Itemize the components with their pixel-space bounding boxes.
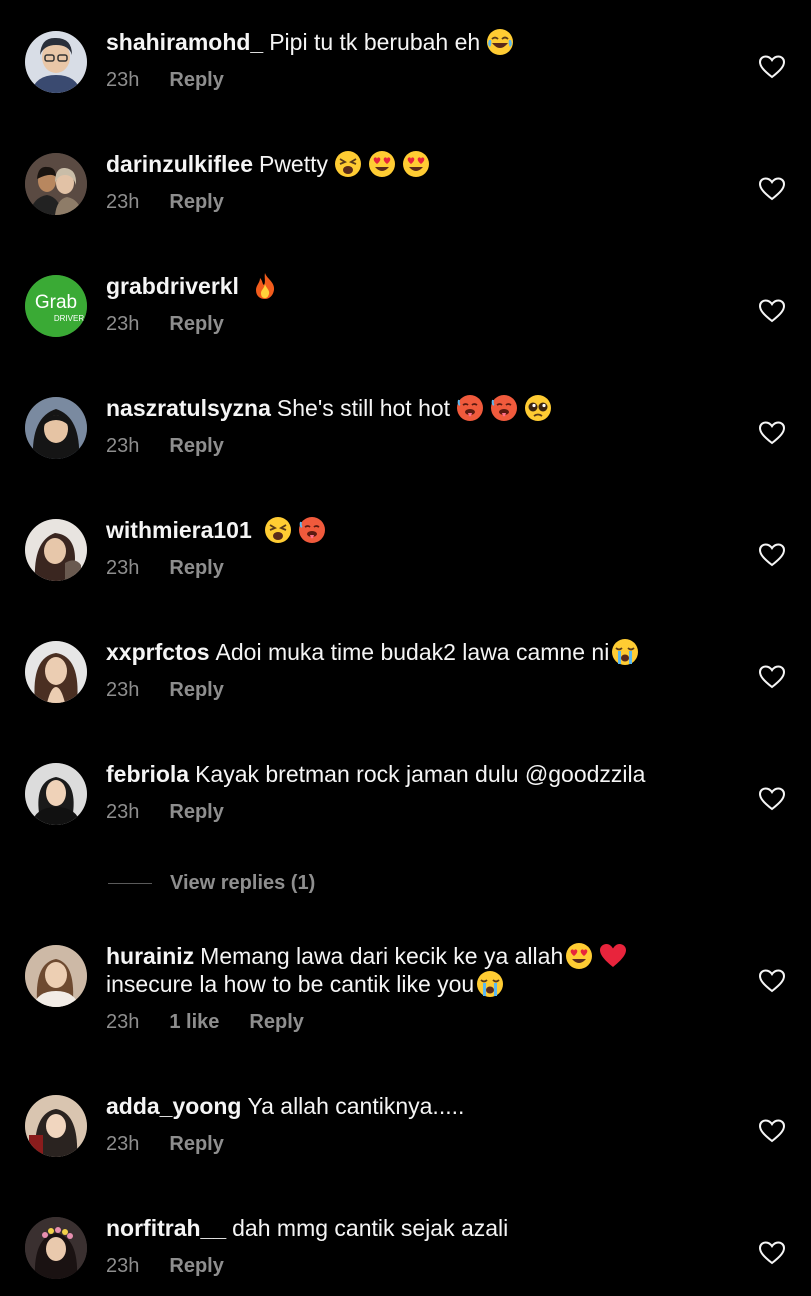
comment-text-line2: insecure la how to be cantik like you xyxy=(106,971,475,997)
comment-username[interactable]: darinzulkiflee xyxy=(106,151,253,177)
reply-button[interactable]: Reply xyxy=(169,69,223,91)
reply-button[interactable]: Reply xyxy=(249,1011,303,1033)
comment-username[interactable]: norfitrah__ xyxy=(106,1215,226,1241)
comment-time: 23h xyxy=(106,435,140,457)
avatar[interactable] xyxy=(25,1095,87,1157)
avatar[interactable]: Grab DRIVER xyxy=(25,275,87,337)
comment-text: Ya allah cantiknya..... xyxy=(247,1093,465,1119)
heart-eyes-emoji-icon xyxy=(368,150,396,178)
svg-text:DRIVER: DRIVER xyxy=(54,314,84,323)
avatar[interactable] xyxy=(25,945,87,1007)
comment-text: She's still hot hot xyxy=(276,395,451,421)
comment-time: 23h xyxy=(106,1133,140,1155)
comment-time: 23h xyxy=(106,679,140,701)
comment-text: Pipi tu tk berubah eh xyxy=(269,29,481,55)
hot-face-emoji-icon xyxy=(490,394,518,422)
heart-eyes-emoji-icon xyxy=(565,942,593,970)
comment-time: 23h xyxy=(106,1255,140,1277)
heart-icon[interactable] xyxy=(759,665,785,689)
reply-button[interactable]: Reply xyxy=(169,191,223,213)
view-replies-label: View replies (1) xyxy=(170,872,316,894)
comment-text: Memang lawa dari kecik ke ya allah xyxy=(200,943,564,969)
heart-icon[interactable] xyxy=(759,1241,785,1265)
reply-button[interactable]: Reply xyxy=(169,1133,223,1155)
heart-icon[interactable] xyxy=(759,787,785,811)
heart-icon[interactable] xyxy=(759,55,785,79)
comment-time: 23h xyxy=(106,191,140,213)
reply-button[interactable]: Reply xyxy=(169,435,223,457)
red-heart-emoji-icon xyxy=(599,942,627,970)
weary-emoji-icon xyxy=(334,150,362,178)
comment-username[interactable]: adda_yoong xyxy=(106,1093,241,1119)
sob-emoji-icon xyxy=(476,970,504,998)
fire-emoji-icon xyxy=(251,272,279,300)
comment-username[interactable]: shahiramohd_ xyxy=(106,29,263,55)
comment-time: 23h xyxy=(106,557,140,579)
heart-icon[interactable] xyxy=(759,969,785,993)
reply-button[interactable]: Reply xyxy=(169,801,223,823)
reply-button[interactable]: Reply xyxy=(169,1255,223,1277)
comment-username[interactable]: withmiera101 xyxy=(106,517,252,543)
avatar[interactable] xyxy=(25,153,87,215)
hot-face-emoji-icon xyxy=(298,516,326,544)
view-replies-button[interactable]: View replies (1) xyxy=(108,872,315,896)
avatar[interactable] xyxy=(25,1217,87,1279)
reply-button[interactable]: Reply xyxy=(169,679,223,701)
comment-text: Pwetty xyxy=(258,151,329,177)
comment-time: 23h xyxy=(106,801,140,823)
pleading-emoji-icon xyxy=(524,394,552,422)
comment-username[interactable]: febriola xyxy=(106,761,189,787)
comment-text: Adoi muka time budak2 lawa camne ni xyxy=(215,639,610,665)
heart-icon[interactable] xyxy=(759,421,785,445)
heart-icon[interactable] xyxy=(759,543,785,567)
comment-username[interactable]: naszratulsyzna xyxy=(106,395,271,421)
likes-count[interactable]: 1 like xyxy=(169,1011,219,1033)
avatar[interactable] xyxy=(25,397,87,459)
weary-emoji-icon xyxy=(264,516,292,544)
svg-text:Grab: Grab xyxy=(35,292,77,313)
hot-face-emoji-icon xyxy=(456,394,484,422)
comment-username[interactable]: grabdriverkl xyxy=(106,273,239,299)
reply-button[interactable]: Reply xyxy=(169,557,223,579)
comment-text: dah mmg cantik sejak azali xyxy=(232,1215,509,1241)
heart-icon[interactable] xyxy=(759,299,785,323)
heart-icon[interactable] xyxy=(759,177,785,201)
avatar[interactable] xyxy=(25,641,87,703)
comment-time: 23h xyxy=(106,69,140,91)
avatar[interactable] xyxy=(25,763,87,825)
avatar[interactable] xyxy=(25,519,87,581)
comment-text: Kayak bretman rock jaman dulu @goodzzila xyxy=(195,761,646,787)
heart-eyes-emoji-icon xyxy=(402,150,430,178)
comment-username[interactable]: hurainiz xyxy=(106,943,194,969)
heart-icon[interactable] xyxy=(759,1119,785,1143)
comment-time: 23h xyxy=(106,1011,140,1033)
sob-emoji-icon xyxy=(611,638,639,666)
joy-emoji-icon xyxy=(486,28,514,56)
avatar[interactable] xyxy=(25,31,87,93)
divider xyxy=(108,883,152,885)
comment-username[interactable]: xxprfctos xyxy=(106,639,210,665)
reply-button[interactable]: Reply xyxy=(169,313,223,335)
comment-time: 23h xyxy=(106,313,140,335)
